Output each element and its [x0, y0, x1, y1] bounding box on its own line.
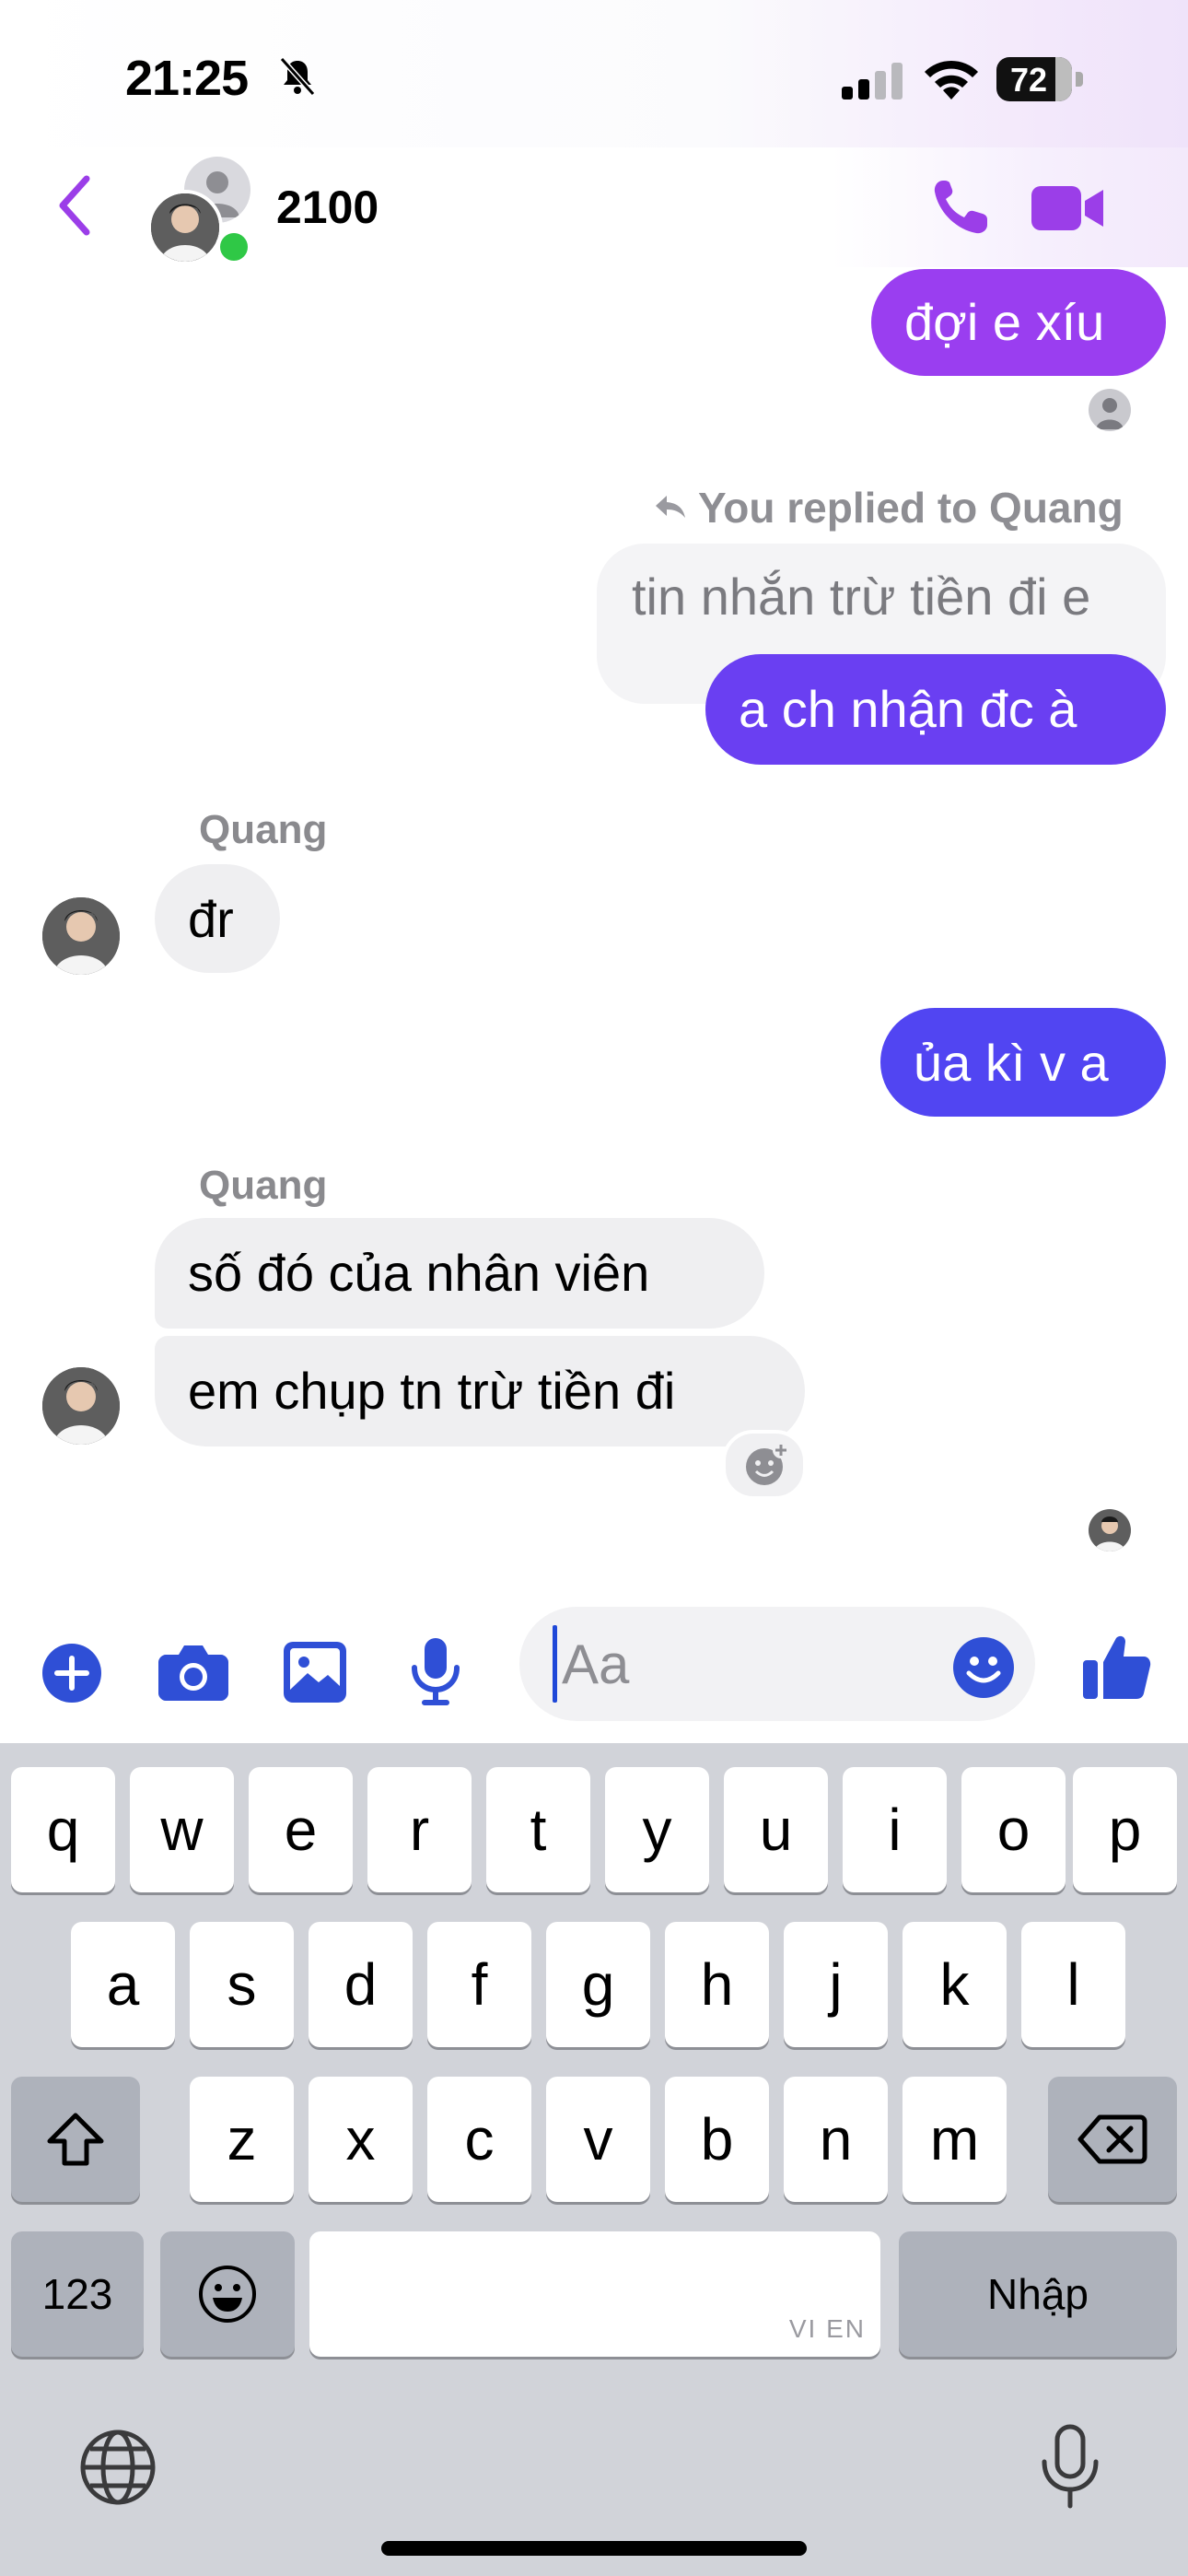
text-cursor	[553, 1625, 557, 1703]
home-indicator	[381, 2541, 807, 2556]
outgoing-message[interactable]: a ch nhận đc à	[705, 654, 1166, 765]
incoming-message[interactable]: em chụp tn trừ tiền đi	[155, 1336, 805, 1446]
video-call-icon[interactable]	[1031, 182, 1105, 234]
dictation-microphone-icon[interactable]	[1039, 2423, 1101, 2512]
clock: 21:25	[125, 51, 249, 106]
space-language-hint: VI EN	[788, 2314, 866, 2343]
key-g[interactable]: g	[546, 1922, 650, 2047]
emoji-key[interactable]	[160, 2231, 295, 2357]
battery-percent: 72	[1009, 61, 1048, 99]
seen-indicator-avatar	[1089, 1509, 1131, 1551]
key-e[interactable]: e	[249, 1767, 353, 1892]
space-key[interactable]: VI EN	[309, 2231, 880, 2357]
seen-indicator-avatar	[1089, 389, 1131, 431]
key-j[interactable]: j	[784, 1922, 888, 2047]
battery-icon: 72	[996, 57, 1083, 101]
group-avatar[interactable]	[147, 157, 258, 265]
key-f[interactable]: f	[427, 1922, 531, 2047]
plus-circle-icon[interactable]	[41, 1642, 103, 1704]
incoming-message[interactable]: số đó của nhân viên	[155, 1218, 764, 1329]
outgoing-message[interactable]: ủa kì v a	[880, 1008, 1166, 1117]
wifi-icon	[925, 60, 978, 100]
key-c[interactable]: c	[427, 2077, 531, 2202]
camera-icon[interactable]	[158, 1644, 228, 1701]
key-w[interactable]: w	[130, 1767, 234, 1892]
shift-arrow-icon	[47, 2113, 104, 2166]
key-t[interactable]: t	[486, 1767, 590, 1892]
return-key[interactable]: Nhập	[899, 2231, 1177, 2357]
key-a[interactable]: a	[71, 1922, 175, 2047]
key-p[interactable]: p	[1073, 1767, 1177, 1892]
cellular-signal-icon	[842, 63, 903, 100]
add-reaction-button[interactable]	[722, 1430, 807, 1500]
avatar[interactable]	[42, 897, 120, 975]
key-r[interactable]: r	[367, 1767, 472, 1892]
key-k[interactable]: k	[903, 1922, 1007, 2047]
key-v[interactable]: v	[546, 2077, 650, 2202]
key-z[interactable]: z	[190, 2077, 294, 2202]
key-s[interactable]: s	[190, 1922, 294, 2047]
avatar	[147, 190, 223, 265]
key-m[interactable]: m	[903, 2077, 1007, 2202]
key-x[interactable]: x	[309, 2077, 413, 2202]
backspace-icon	[1077, 2114, 1147, 2164]
key-q[interactable]: q	[11, 1767, 115, 1892]
key-o[interactable]: o	[961, 1767, 1066, 1892]
thumbs-up-icon[interactable]	[1083, 1633, 1151, 1701]
status-bar: 21:25 72	[0, 0, 1188, 147]
message-input-placeholder: Aa	[562, 1633, 630, 1695]
key-b[interactable]: b	[665, 2077, 769, 2202]
phone-call-icon[interactable]	[930, 177, 991, 238]
microphone-icon[interactable]	[409, 1638, 462, 1706]
reply-arrow-icon	[656, 496, 685, 518]
online-status-dot	[215, 228, 252, 265]
key-n[interactable]: n	[784, 2077, 888, 2202]
back-chevron-icon[interactable]	[55, 173, 92, 238]
key-d[interactable]: d	[309, 1922, 413, 2047]
add-reaction-icon	[746, 1442, 789, 1485]
key-l[interactable]: l	[1021, 1922, 1125, 2047]
emoji-keyboard-icon	[199, 2266, 256, 2323]
sender-name: Quang	[199, 1163, 328, 1208]
silent-bell-icon	[279, 56, 316, 97]
key-h[interactable]: h	[665, 1922, 769, 2047]
emoji-icon[interactable]	[952, 1636, 1015, 1699]
avatar[interactable]	[42, 1367, 120, 1445]
globe-icon[interactable]	[79, 2429, 157, 2506]
key-i[interactable]: i	[843, 1767, 947, 1892]
image-gallery-icon[interactable]	[284, 1642, 346, 1703]
outgoing-message[interactable]: đợi e xíu	[871, 269, 1166, 376]
key-u[interactable]: u	[724, 1767, 828, 1892]
incoming-message[interactable]: đr	[155, 864, 280, 973]
sender-name: Quang	[199, 807, 328, 852]
numbers-key[interactable]: 123	[11, 2231, 144, 2357]
shift-key[interactable]	[11, 2077, 140, 2202]
key-y[interactable]: y	[605, 1767, 709, 1892]
chat-title[interactable]: 2100	[276, 181, 379, 234]
backspace-key[interactable]	[1048, 2077, 1177, 2202]
reply-note: You replied to Quang	[698, 484, 1124, 532]
